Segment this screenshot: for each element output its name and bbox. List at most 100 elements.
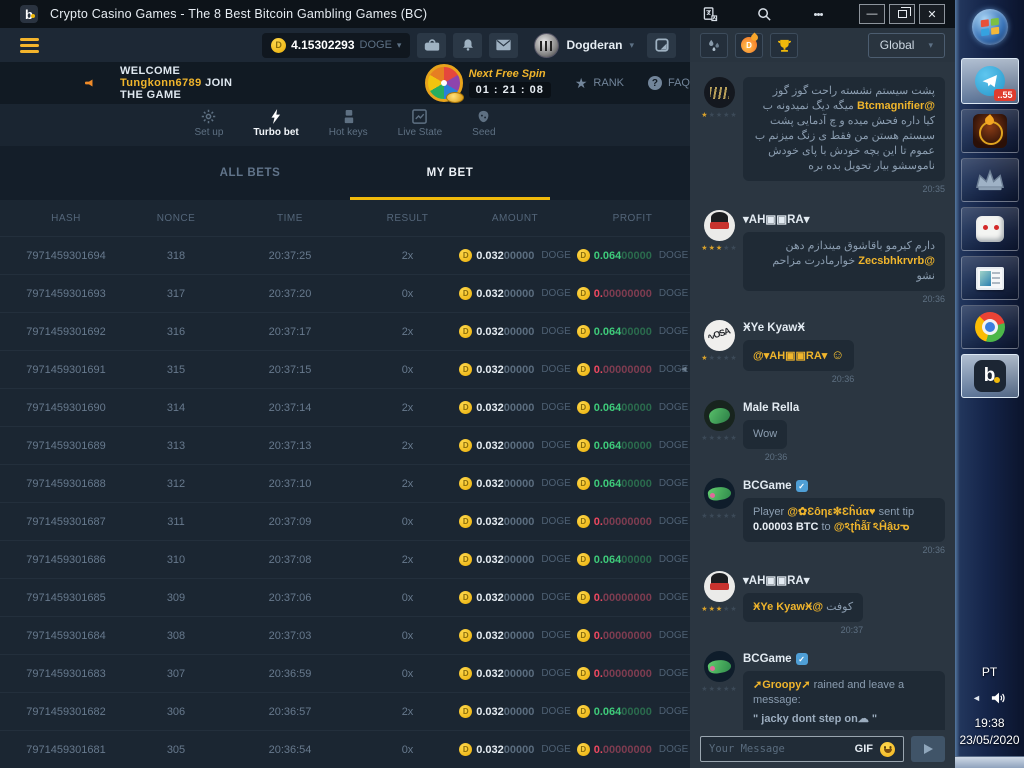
taskbar-bcgame-button[interactable]: b: [961, 354, 1019, 398]
gif-button[interactable]: GIF: [855, 743, 873, 755]
trophy-icon[interactable]: [770, 33, 798, 58]
table-row[interactable]: 7971459301683 307 20:36:59 0x D 0.032000…: [0, 654, 690, 692]
megaphone-icon: [84, 75, 94, 91]
chat-mention[interactable]: @ӾYe KyawӾ: [753, 601, 823, 613]
bet-result: 0x: [360, 630, 455, 642]
translate-icon[interactable]: [697, 4, 723, 24]
rank-link[interactable]: ★ RANK: [575, 75, 624, 92]
tab-my-bet[interactable]: MY BET: [350, 146, 550, 200]
volume-icon[interactable]: [991, 691, 1007, 705]
table-row[interactable]: 7971459301685 309 20:37:06 0x D 0.032000…: [0, 578, 690, 616]
restore-button[interactable]: [889, 4, 915, 24]
avatar[interactable]: [704, 320, 735, 351]
table-row[interactable]: 7971459301682 306 20:36:57 2x D 0.032000…: [0, 692, 690, 730]
screen: b Crypto Casino Games - The 8 Best Bitco…: [0, 0, 1024, 768]
chevron-down-icon: ▾: [629, 40, 634, 51]
faq-link[interactable]: ? FAQ: [648, 76, 690, 90]
minimize-button[interactable]: —: [859, 4, 885, 24]
bet-hash: 7971459301690: [0, 402, 132, 414]
bet-amount: D 0.03200000 DOGE: [455, 515, 575, 528]
table-row[interactable]: 7971459301693 317 20:37:20 0x D 0.032000…: [0, 274, 690, 312]
hamburger-menu-icon[interactable]: [20, 35, 39, 56]
chat-message-input[interactable]: [709, 743, 848, 755]
avatar[interactable]: [704, 400, 735, 431]
chat-mention[interactable]: @▾AH▣▣RA▾: [753, 350, 827, 362]
table-row[interactable]: 7971459301689 313 20:37:13 2x D 0.032000…: [0, 426, 690, 464]
close-button[interactable]: ✕: [919, 4, 945, 24]
chat-mention[interactable]: @ঽʈĥẫĩ ঽĤậʊᓀ: [834, 521, 910, 533]
star-icon: ★: [716, 512, 722, 520]
taskbar-window-app-button[interactable]: [961, 256, 1019, 300]
bet-nonce: 307: [132, 668, 220, 680]
taskbar-telegram-button[interactable]: ..55: [961, 58, 1019, 104]
chat-username[interactable]: ▾AH▣▣RA▾: [743, 573, 945, 587]
user-name: Dogderan: [566, 38, 622, 52]
taskbar-conquer-game-button[interactable]: [961, 109, 1019, 153]
chat-username[interactable]: BCGame ✓: [743, 480, 945, 492]
taskbar-clock[interactable]: 19:38 23/05/2020: [955, 715, 1024, 750]
language-indicator[interactable]: PT: [955, 665, 1024, 679]
hot-keys-button[interactable]: Hot keys: [329, 109, 368, 138]
avatar[interactable]: [704, 210, 735, 241]
profit-currency: DOGE: [659, 326, 688, 337]
live-state-button[interactable]: Live State: [398, 109, 442, 138]
star-icon: ★: [716, 685, 722, 693]
table-row[interactable]: 7971459301694 318 20:37:25 2x D 0.032000…: [0, 236, 690, 274]
balance-selector[interactable]: D 4.15302293 DOGE ▾: [262, 33, 410, 58]
bets-table: HASH NONCE TIME RESULT AMOUNT PROFIT 797…: [0, 200, 690, 768]
table-row[interactable]: 7971459301688 312 20:37:10 2x D 0.032000…: [0, 464, 690, 502]
search-icon[interactable]: [751, 4, 777, 24]
chat-username[interactable]: ▾AH▣▣RA▾: [743, 212, 945, 226]
chat-input-box[interactable]: GIF: [700, 736, 904, 762]
show-desktop-button[interactable]: [955, 756, 1024, 768]
setup-button[interactable]: Set up: [194, 109, 223, 138]
avatar[interactable]: [704, 571, 735, 602]
avatar[interactable]: [704, 651, 735, 682]
bet-hash: 7971459301683: [0, 668, 132, 680]
chat-collapse-handle[interactable]: ◂: [681, 362, 687, 375]
chat-channel-selector[interactable]: Global ▾: [868, 33, 945, 58]
doge-coin-icon: D: [459, 629, 472, 642]
table-row[interactable]: 7971459301690 314 20:37:14 2x D 0.032000…: [0, 388, 690, 426]
table-row[interactable]: 7971459301692 316 20:37:17 2x D 0.032000…: [0, 312, 690, 350]
chat-username[interactable]: Male Rella: [743, 402, 945, 414]
notifications-bell-button[interactable]: [453, 33, 482, 58]
table-row[interactable]: 7971459301684 308 20:37:03 0x D 0.032000…: [0, 616, 690, 654]
table-row[interactable]: 7971459301681 305 20:36:54 0x D 0.032000…: [0, 730, 690, 768]
turbo-bet-button[interactable]: Turbo bet: [253, 109, 298, 138]
avatar[interactable]: [704, 478, 735, 509]
menu-kebab-icon[interactable]: [805, 4, 831, 24]
chat-toggle-button[interactable]: [647, 33, 676, 58]
taskbar-dice-app-button[interactable]: [961, 207, 1019, 251]
chat-username[interactable]: BCGame ✓: [743, 653, 945, 665]
send-message-button[interactable]: [911, 736, 945, 762]
bet-nonce: 308: [132, 630, 220, 642]
show-hidden-icons-button[interactable]: ◄: [972, 693, 981, 703]
tab-all-bets[interactable]: ALL BETS: [150, 146, 350, 200]
messages-mail-button[interactable]: [489, 33, 518, 58]
chat-username[interactable]: ӾYe KyawӾ: [743, 322, 945, 334]
table-row[interactable]: 7971459301691 315 20:37:15 0x D 0.032000…: [0, 350, 690, 388]
free-spin-timer: 01 : 21 : 08: [469, 82, 551, 98]
emoji-button[interactable]: [880, 742, 895, 757]
taskbar-crown-app-button[interactable]: [961, 158, 1019, 202]
star-icon: ★: [723, 605, 729, 613]
chat-mention[interactable]: @✿Ɛôηε✼Ɛĥúα♥: [787, 506, 875, 518]
fireball-icon[interactable]: D: [735, 33, 763, 58]
free-spin-widget[interactable]: Next Free Spin 01 : 21 : 08: [425, 64, 551, 102]
start-button[interactable]: [961, 4, 1019, 50]
window-title: Crypto Casino Games - The 8 Best Bitcoin…: [50, 7, 427, 21]
chat-mention[interactable]: @Zecsbhkrvrb: [858, 255, 935, 267]
avatar[interactable]: [704, 77, 735, 108]
chat-mention[interactable]: @Btcmagnifier: [857, 100, 935, 112]
table-row[interactable]: 7971459301687 311 20:37:09 0x D 0.032000…: [0, 502, 690, 540]
taskbar-chrome-button[interactable]: [961, 305, 1019, 349]
seed-button[interactable]: Seed: [472, 109, 495, 138]
telegram-badge: ..55: [994, 89, 1015, 101]
wallet-button[interactable]: [417, 33, 446, 58]
user-menu[interactable]: Dogderan ▾: [534, 33, 634, 58]
rain-icon[interactable]: [700, 33, 728, 58]
bet-nonce: 312: [132, 478, 220, 490]
chat-mention[interactable]: ➚Groopy➚: [753, 679, 811, 691]
table-row[interactable]: 7971459301686 310 20:37:08 2x D 0.032000…: [0, 540, 690, 578]
